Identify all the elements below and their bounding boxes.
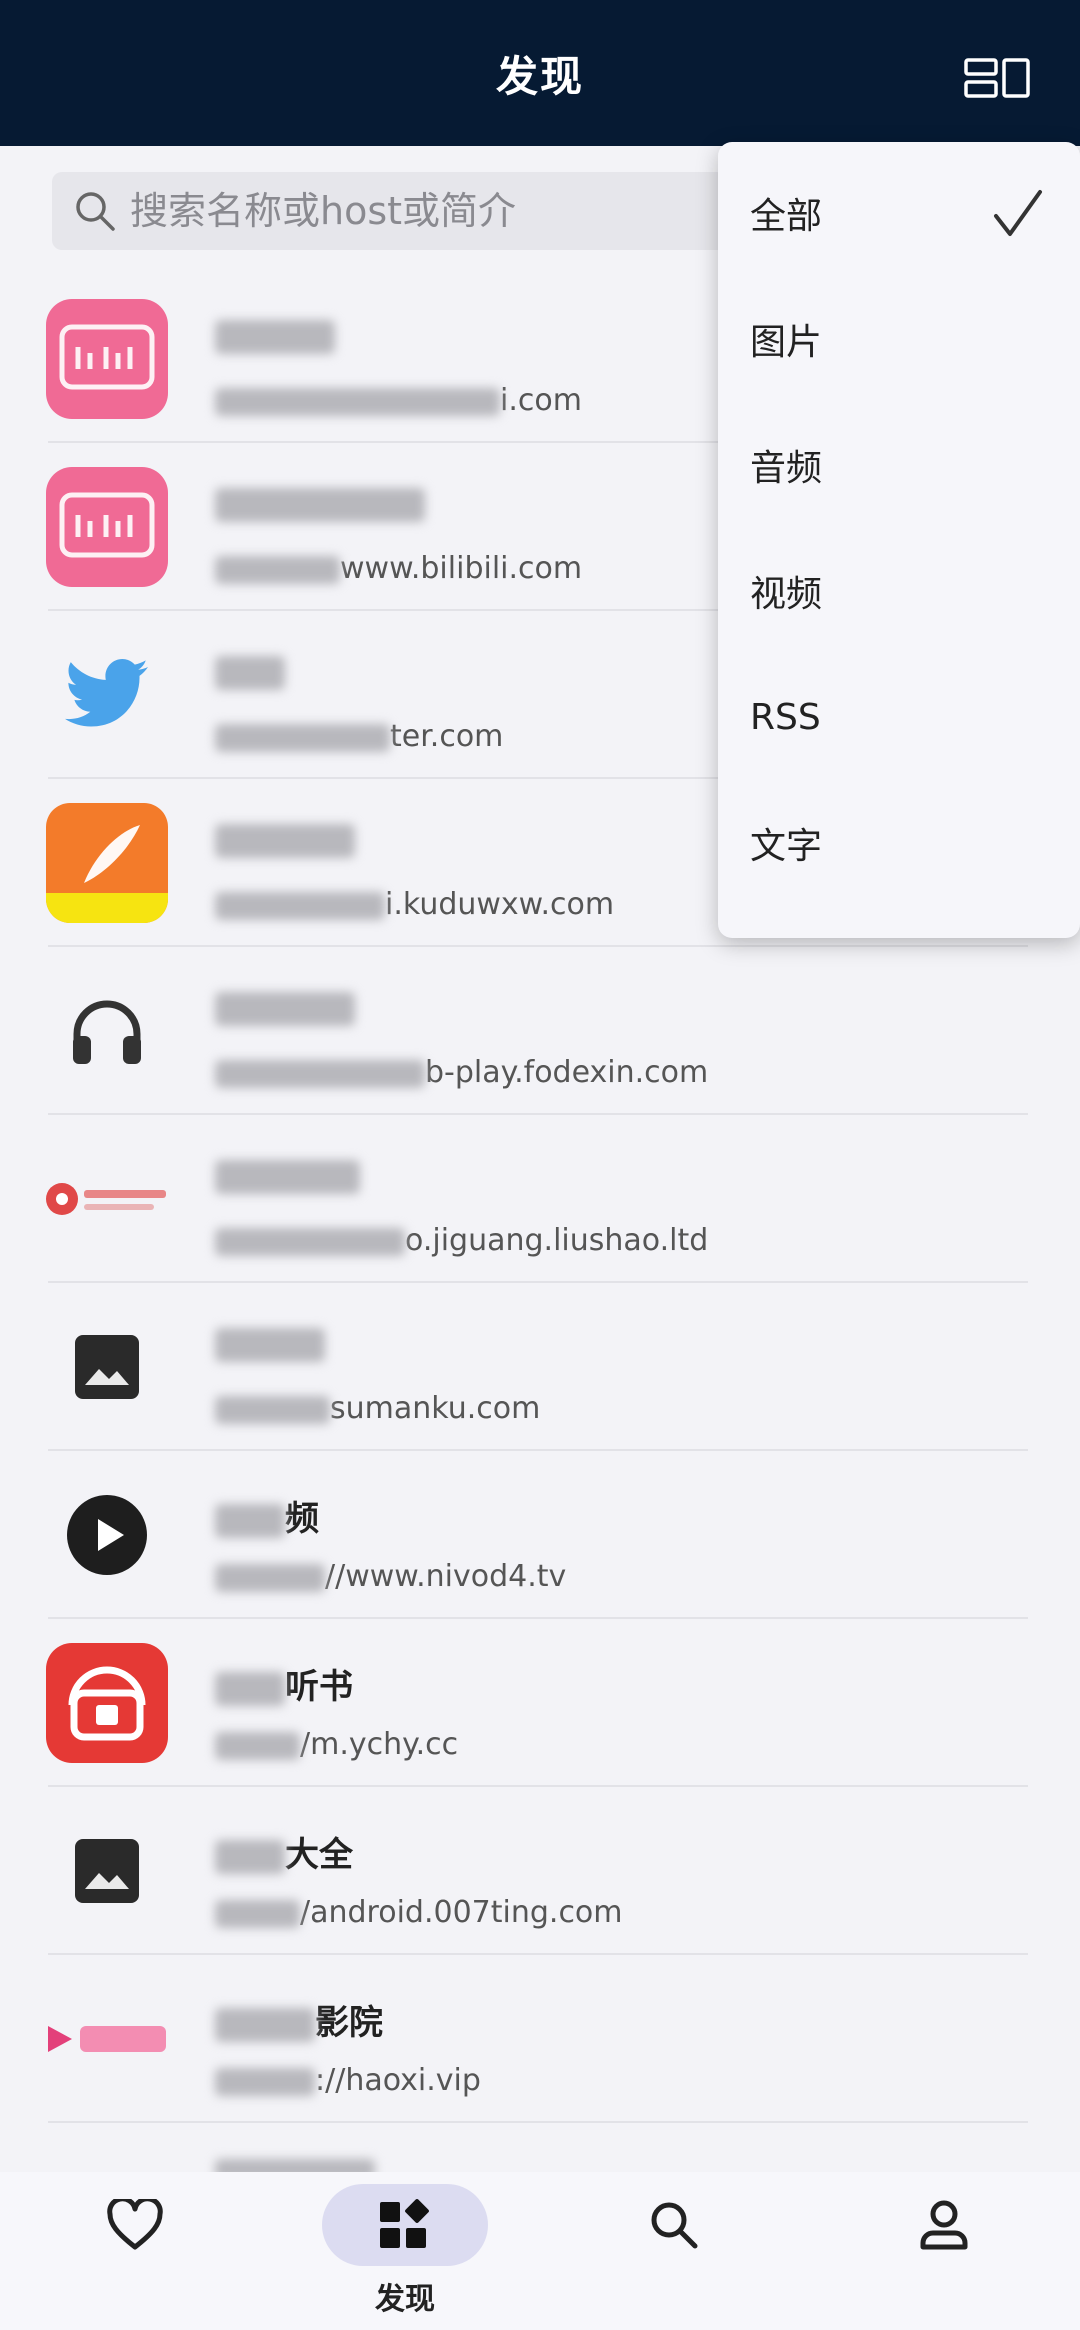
source-host: www.bilibili.com [340, 551, 583, 586]
filter-dropdown-menu[interactable]: 全部 图片 音频 视频 RSS 文字 [718, 142, 1080, 938]
source-name: 影院 [315, 2003, 383, 2043]
bilibili-logo-icon [42, 465, 172, 589]
search-input[interactable] [130, 189, 730, 233]
headphones-icon [42, 969, 172, 1093]
red-logo-icon [42, 1137, 172, 1261]
source-name: 大全 [285, 1835, 353, 1875]
source-host: /m.ychy.cc [300, 1727, 459, 1762]
filter-option-text[interactable]: 文字 [718, 780, 1080, 906]
source-host: o.jiguang.liushao.ltd [405, 1223, 709, 1258]
filter-option-all[interactable]: 全部 [718, 150, 1080, 276]
list-item[interactable]: b-play.fodexin.com [0, 947, 1080, 1115]
source-host: i.kuduwxw.com [385, 887, 615, 922]
grid-layout-icon[interactable] [962, 56, 1032, 100]
play-icon [42, 1473, 172, 1597]
list-item[interactable]: 影院 ://haoxi.vip [0, 1955, 1080, 2123]
heart-icon [107, 2199, 163, 2250]
filter-option-image[interactable]: 图片 [718, 276, 1080, 402]
list-item[interactable]: 大全 /android.007ting.com [0, 1787, 1080, 1955]
top-app-bar: 发现 [0, 0, 1080, 146]
list-item[interactable]: 频 //www.nivod4.tv [0, 1451, 1080, 1619]
page-title: 发现 [495, 51, 584, 101]
search-icon [76, 192, 115, 231]
filter-option-audio[interactable]: 音频 [718, 402, 1080, 528]
source-host: i.com [500, 383, 582, 418]
pink-logo-icon [42, 1977, 172, 2101]
filter-option-rss[interactable]: RSS [718, 654, 1080, 780]
bottom-navigation: 发现 [0, 2172, 1080, 2330]
search-icon [651, 2202, 698, 2249]
list-item[interactable]: 听书 /m.ychy.cc [0, 1619, 1080, 1787]
nav-search[interactable] [574, 2172, 774, 2330]
discover-icon [380, 2199, 429, 2248]
image-icon [42, 1809, 172, 1933]
source-host: ter.com [390, 719, 504, 754]
nav-discover[interactable]: 发现 [305, 2172, 505, 2330]
source-host: /android.007ting.com [300, 1895, 623, 1930]
list-item[interactable]: sumanku.com [0, 1283, 1080, 1451]
nav-profile[interactable] [844, 2172, 1044, 2330]
checkmark-icon [994, 190, 1042, 236]
image-icon [42, 1305, 172, 1429]
source-host: ://haoxi.vip [315, 2063, 481, 2098]
source-host: //www.nivod4.tv [325, 1559, 567, 1594]
radio-app-icon [42, 1641, 172, 1765]
source-host: b-play.fodexin.com [425, 1055, 709, 1090]
source-name: 频 [285, 1499, 319, 1539]
nav-discover-label: 发现 [375, 2282, 435, 2317]
filter-option-video[interactable]: 视频 [718, 528, 1080, 654]
quill-app-icon [42, 801, 172, 925]
nav-favorites[interactable] [35, 2172, 235, 2330]
search-bar[interactable] [52, 172, 772, 250]
source-host: sumanku.com [330, 1391, 541, 1426]
bilibili-logo-icon [42, 297, 172, 421]
list-item[interactable]: o.jiguang.liushao.ltd [0, 1115, 1080, 1283]
source-name: 听书 [285, 1667, 353, 1707]
user-icon [920, 2200, 968, 2250]
twitter-bird-icon [42, 633, 172, 757]
